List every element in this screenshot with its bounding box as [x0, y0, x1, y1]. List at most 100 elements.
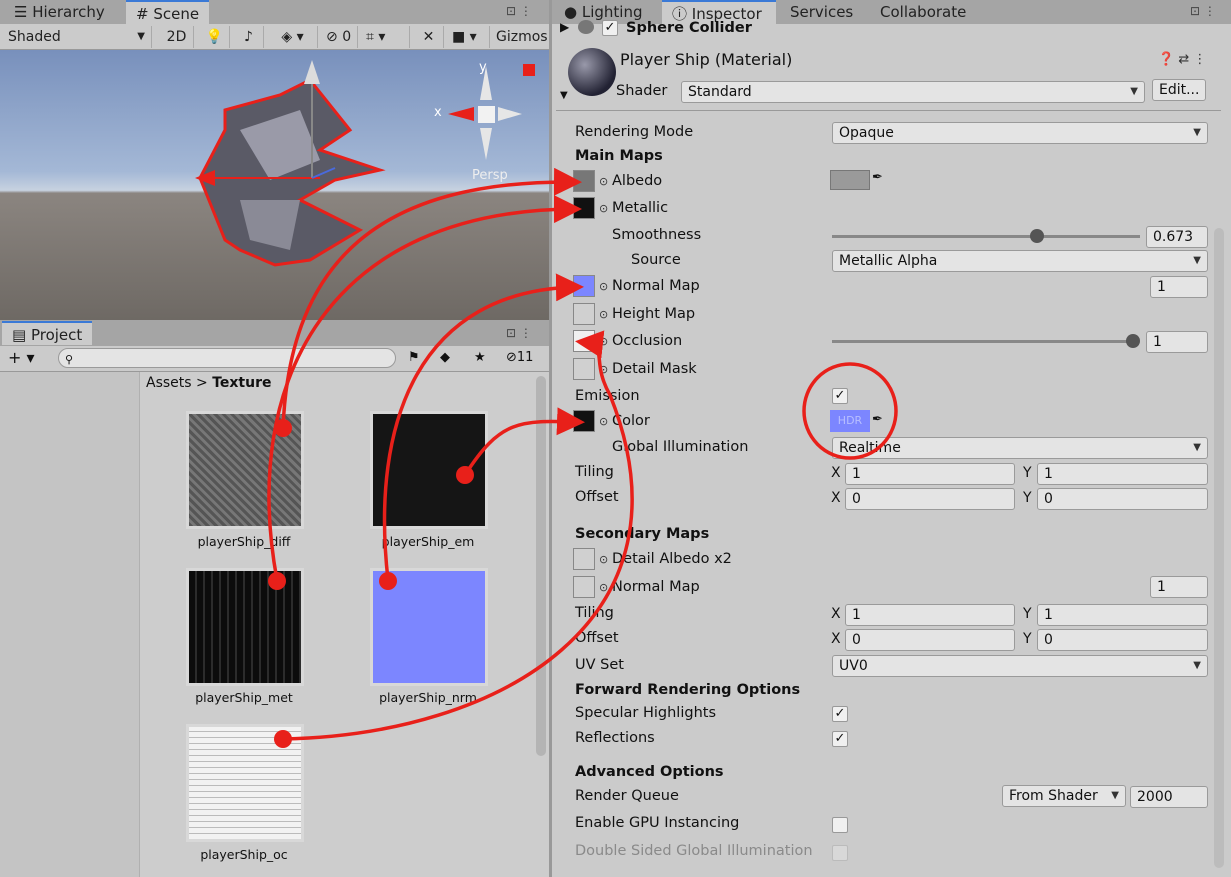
tab-services[interactable]: Services [780, 0, 863, 24]
search-icon: ⚲ [65, 353, 74, 366]
favorite-star-icon[interactable]: ★ [474, 350, 486, 365]
project-scrollbar[interactable] [536, 376, 546, 756]
smoothness-slider-track[interactable] [832, 235, 1140, 238]
inspector-menu-icon[interactable]: ⊡ ⋮ [1190, 4, 1216, 18]
eyedropper-icon[interactable]: ✒ [872, 412, 890, 432]
gizmos-dropdown[interactable]: Gizmos [492, 26, 549, 48]
albedo-color-swatch[interactable] [830, 170, 870, 190]
tools-icon[interactable]: ✕ [414, 26, 444, 48]
project-search-input[interactable]: ⚲ [58, 348, 396, 368]
emission-checkbox[interactable]: ✓ [832, 388, 848, 404]
lighting-toggle-icon[interactable]: 💡 [200, 26, 230, 48]
main-tiling-y-field[interactable]: 1 [1037, 463, 1208, 485]
main-tiling-x-field[interactable]: 1 [845, 463, 1015, 485]
occlusion-slider-track[interactable] [832, 340, 1136, 343]
detail-albedo-label: Detail Albedo x2 [612, 551, 732, 567]
breadcrumb-assets[interactable]: Assets [146, 375, 192, 391]
asset-thumbnail-met[interactable] [186, 568, 304, 686]
main-offset-y-field[interactable]: 0 [1037, 488, 1208, 510]
emission-hdr-color-swatch[interactable]: HDR [830, 410, 870, 432]
rendering-mode-dropdown[interactable]: Opaque ▼ [832, 122, 1208, 144]
asset-label-em[interactable]: playerShip_em [348, 534, 508, 549]
normal-map-scale-field[interactable]: 1 [1150, 276, 1208, 298]
projection-label[interactable]: Persp [472, 168, 508, 183]
render-queue-value-field[interactable]: 2000 [1130, 786, 1208, 808]
height-map-texture-slot[interactable] [573, 303, 595, 325]
smoothness-slider-handle[interactable] [1030, 229, 1044, 243]
create-add-icon[interactable]: + ▾ [8, 348, 35, 367]
global-illumination-dropdown[interactable]: Realtime ▼ [832, 437, 1208, 459]
axis-x-label: X [831, 631, 841, 647]
shading-mode-dropdown[interactable]: Shaded ▼ [4, 26, 152, 48]
gpu-instancing-checkbox[interactable] [832, 817, 848, 833]
specular-highlights-checkbox[interactable]: ✓ [832, 706, 848, 722]
scene-toolbar: Shaded ▼ 2D 💡 ♪ ◈ ▾ ⊘ 0 ⌗ ▾ ✕ ■ ▾ Gizmos [0, 24, 549, 50]
effects-dropdown-icon[interactable]: ◈ ▾ [268, 26, 318, 48]
filter-type-icon[interactable]: ⚑ [408, 350, 420, 365]
emission-color-texture-slot[interactable] [573, 410, 595, 432]
breadcrumb-texture[interactable]: Texture [212, 375, 271, 391]
detail-albedo-texture-slot[interactable] [573, 548, 595, 570]
tab-hierarchy[interactable]: ☰ Hierarchy [4, 0, 115, 24]
material-name: Player Ship (Material) [620, 50, 793, 69]
object-picker-icon[interactable]: ⊙ [599, 202, 608, 215]
material-foldout-icon[interactable]: ▼ [560, 90, 568, 101]
secondary-tiling-y-field[interactable]: 1 [1037, 604, 1208, 626]
inspector-scrollbar[interactable] [1214, 228, 1224, 868]
project-menu-icon[interactable]: ⊡ ⋮ [506, 326, 532, 340]
project-folder-tree[interactable] [0, 372, 140, 877]
occlusion-texture-slot[interactable] [573, 330, 595, 352]
asset-label-diff[interactable]: playerShip_diff [164, 534, 324, 549]
secondary-normal-texture-slot[interactable] [573, 576, 595, 598]
object-picker-icon[interactable]: ⊙ [599, 415, 608, 428]
gizmo-lock-icon[interactable] [523, 64, 535, 76]
tab-collaborate[interactable]: Collaborate [870, 0, 976, 24]
main-offset-x-field[interactable]: 0 [845, 488, 1015, 510]
object-picker-icon[interactable]: ⊙ [599, 335, 608, 348]
object-picker-icon[interactable]: ⊙ [599, 175, 608, 188]
eye-slash-icon: ⊘ [506, 350, 517, 365]
source-dropdown[interactable]: Metallic Alpha ▼ [832, 250, 1208, 272]
asset-label-met[interactable]: playerShip_met [164, 690, 324, 705]
hidden-objects-toggle[interactable]: ⊘ 0 [322, 26, 358, 48]
eyedropper-icon[interactable]: ✒ [872, 170, 890, 190]
reflections-checkbox[interactable]: ✓ [832, 731, 848, 747]
filter-label-icon[interactable]: ◆ [440, 350, 450, 365]
smoothness-value-field[interactable]: 0.673 [1146, 226, 1208, 248]
render-queue-mode-dropdown[interactable]: From Shader ▼ [1002, 785, 1126, 807]
uv-set-dropdown[interactable]: UV0 ▼ [832, 655, 1208, 677]
grid-snap-dropdown-icon[interactable]: ⌗ ▾ [362, 26, 410, 48]
detail-mask-texture-slot[interactable] [573, 358, 595, 380]
hidden-packages-toggle[interactable]: ⊘11 [506, 350, 533, 365]
mode-2d-button[interactable]: 2D [160, 26, 194, 48]
secondary-tiling-x-field[interactable]: 1 [845, 604, 1015, 626]
albedo-texture-slot[interactable] [573, 170, 595, 192]
audio-toggle-icon[interactable]: ♪ [234, 26, 264, 48]
object-picker-icon[interactable]: ⊙ [599, 553, 608, 566]
object-picker-icon[interactable]: ⊙ [599, 280, 608, 293]
scene-viewport[interactable]: y x Persp [0, 50, 549, 320]
asset-label-nrm[interactable]: playerShip_nrm [348, 690, 508, 705]
object-picker-icon[interactable]: ⊙ [599, 363, 608, 376]
camera-dropdown-icon[interactable]: ■ ▾ [448, 26, 490, 48]
shader-dropdown[interactable]: Standard ▼ [681, 81, 1145, 103]
tab-scene[interactable]: # Scene [126, 0, 210, 24]
material-help-icon[interactable]: ❓ ⇄ ⋮ [1158, 52, 1206, 67]
lock-icon[interactable]: ⊡ ⋮ [506, 4, 532, 18]
asset-label-oc[interactable]: playerShip_oc [164, 847, 324, 862]
secondary-offset-y-field[interactable]: 0 [1037, 629, 1208, 651]
annotation-dot-em [456, 466, 474, 484]
metallic-texture-slot[interactable] [573, 197, 595, 219]
render-queue-label: Render Queue [575, 788, 679, 804]
object-picker-icon[interactable]: ⊙ [599, 581, 608, 594]
object-picker-icon[interactable]: ⊙ [599, 308, 608, 321]
foldout-arrow-icon[interactable]: ▶ [560, 20, 569, 34]
occlusion-value-field[interactable]: 1 [1146, 331, 1208, 353]
tab-project[interactable]: ▤ Project [2, 321, 93, 345]
normal-map-texture-slot[interactable] [573, 275, 595, 297]
sphere-collider-enabled-checkbox[interactable]: ✓ [602, 20, 618, 36]
edit-shader-button[interactable]: Edit... [1152, 79, 1206, 101]
secondary-offset-x-field[interactable]: 0 [845, 629, 1015, 651]
secondary-normal-scale-field[interactable]: 1 [1150, 576, 1208, 598]
occlusion-slider-handle[interactable] [1126, 334, 1140, 348]
